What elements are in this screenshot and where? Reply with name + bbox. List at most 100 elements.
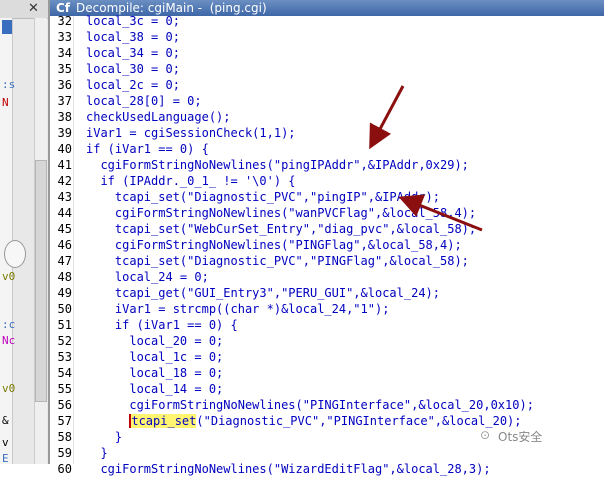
left-fragment: E (2, 452, 9, 464)
code-text[interactable]: cgiFormStringNoNewlines("WizardEditFlag"… (86, 461, 490, 477)
code-line[interactable]: 38 checkUsedLanguage(); (50, 109, 604, 125)
left-fragment: v (2, 436, 9, 449)
code-line[interactable]: 60 cgiFormStringNoNewlines("WizardEditFl… (50, 461, 604, 477)
left-fragment: & (2, 414, 9, 427)
code-text[interactable]: cgiFormStringNoNewlines("wanPVCFlag",&lo… (86, 205, 476, 221)
code-text[interactable]: if (iVar1 == 0) { (86, 141, 209, 157)
code-text[interactable]: } (86, 429, 122, 445)
watermark: Ots安全 (498, 430, 543, 444)
line-number: 54 (57, 366, 72, 380)
code-line[interactable]: 34 local_34 = 0; (50, 45, 604, 61)
code-line[interactable]: 46 cgiFormStringNoNewlines("PINGFlag",&l… (50, 237, 604, 253)
line-number: 39 (57, 126, 72, 140)
line-number: 38 (57, 110, 72, 124)
code-line[interactable]: 33 local_38 = 0; (50, 29, 604, 45)
line-number: 55 (57, 382, 72, 396)
code-text[interactable]: tcapi_set("Diagnostic_PVC","PINGFlag",&l… (86, 253, 469, 269)
code-line[interactable]: 49 tcapi_get("GUI_Entry3","PERU_GUI",&lo… (50, 285, 604, 301)
line-number: 35 (57, 62, 72, 76)
code-text[interactable]: local_14 = 0; (86, 381, 223, 397)
line-number: 46 (57, 238, 72, 252)
left-node-circle[interactable] (4, 240, 26, 268)
code-line[interactable]: 42 if (IPAddr._0_1_ != '\0') { (50, 173, 604, 189)
code-text[interactable]: local_24 = 0; (86, 269, 209, 285)
code-line[interactable]: 50 iVar1 = strcmp((char *)&local_24,"1")… (50, 301, 604, 317)
left-scrollbar-thumb[interactable] (35, 160, 47, 402)
code-line[interactable]: 54 local_18 = 0; (50, 365, 604, 381)
code-line[interactable]: 47 tcapi_set("Diagnostic_PVC","PINGFlag"… (50, 253, 604, 269)
code-text[interactable]: local_38 = 0; (86, 29, 180, 45)
close-icon[interactable]: ✕ (28, 1, 42, 16)
line-number: 59 (57, 446, 72, 460)
code-text[interactable]: local_18 = 0; (86, 365, 223, 381)
code-line[interactable]: 56 cgiFormStringNoNewlines("PINGInterfac… (50, 397, 604, 413)
line-number: 60 (57, 462, 72, 476)
code-line[interactable]: 55 local_14 = 0; (50, 381, 604, 397)
code-line[interactable]: 51 if (iVar1 == 0) { (50, 317, 604, 333)
code-text[interactable]: iVar1 = strcmp((char *)&local_24,"1"); (86, 301, 390, 317)
code-text[interactable]: local_28[0] = 0; (86, 93, 202, 109)
line-number: 36 (57, 78, 72, 92)
line-number: 45 (57, 222, 72, 236)
line-number: 40 (57, 142, 72, 156)
left-fragment: Nc (2, 334, 16, 347)
code-text[interactable]: local_3c = 0; (86, 13, 180, 29)
code-line[interactable]: 52 local_20 = 0; (50, 333, 604, 349)
code-line[interactable]: 44 cgiFormStringNoNewlines("wanPVCFlag",… (50, 205, 604, 221)
code-text[interactable]: local_30 = 0; (86, 61, 180, 77)
code-text[interactable]: local_1c = 0; (86, 349, 223, 365)
code-text[interactable]: iVar1 = cgiSessionCheck(1,1); (86, 125, 296, 141)
line-number: 52 (57, 334, 72, 348)
code-line[interactable]: 37 local_28[0] = 0; (50, 93, 604, 109)
line-number: 57 (57, 414, 72, 428)
code-line[interactable]: 35 local_30 = 0; (50, 61, 604, 77)
code-line[interactable]: 57 tcapi_set("Diagnostic_PVC","PINGInter… (50, 413, 604, 429)
code-text[interactable]: local_20 = 0; (86, 333, 223, 349)
code-line[interactable]: 41 cgiFormStringNoNewlines("pingIPAddr",… (50, 157, 604, 173)
code-text[interactable]: local_2c = 0; (86, 77, 180, 93)
code-text[interactable]: } (86, 445, 107, 461)
code-text[interactable]: cgiFormStringNoNewlines("PINGInterface",… (86, 397, 534, 413)
code-text[interactable]: if (iVar1 == 0) { (86, 317, 238, 333)
line-number: 32 (57, 14, 72, 28)
code-text[interactable]: cgiFormStringNoNewlines("pingIPAddr",&IP… (86, 157, 468, 173)
left-fragment: :c (2, 318, 16, 331)
decompiler-code-view[interactable]: 32 local_3c = 0; 33 local_38 = 0; 34 local_34… (50, 13, 604, 476)
line-number: 44 (57, 206, 72, 220)
cursor-token[interactable]: tcapi_set (129, 414, 197, 428)
line-number: 58 (57, 430, 72, 444)
code-text[interactable]: tcapi_get("GUI_Entry3","PERU_GUI",&local… (86, 285, 440, 301)
line-number: 42 (57, 174, 72, 188)
code-text[interactable]: cgiFormStringNoNewlines("PINGFlag",&loca… (86, 237, 462, 253)
left-fragment: v0 (2, 270, 16, 283)
line-number: 34 (57, 46, 72, 60)
code-text[interactable]: local_34 = 0; (86, 45, 180, 61)
code-text[interactable]: tcapi_set("Diagnostic_PVC","pingIP",&IPA… (86, 189, 440, 205)
code-text[interactable]: tcapi_set("WebCurSet_Entry","diag_pvc",&… (86, 221, 476, 237)
line-number: 53 (57, 350, 72, 364)
line-number: 37 (57, 94, 72, 108)
line-number: 51 (57, 318, 72, 332)
line-number: 49 (57, 286, 72, 300)
line-number: 43 (57, 190, 72, 204)
code-line[interactable]: 43 tcapi_set("Diagnostic_PVC","pingIP",&… (50, 189, 604, 205)
code-line[interactable]: 45 tcapi_set("WebCurSet_Entry","diag_pvc… (50, 221, 604, 237)
left-panel: ✕ :s N v0 :c Nc v0 & v E (0, 0, 48, 464)
code-line[interactable]: 36 local_2c = 0; (50, 77, 604, 93)
code-line[interactable]: 48 local_24 = 0; (50, 269, 604, 285)
line-number: 56 (57, 398, 72, 412)
code-line[interactable]: 53 local_1c = 0; (50, 349, 604, 365)
code-text[interactable]: if (IPAddr._0_1_ != '\0') { (86, 173, 295, 189)
line-number: 50 (57, 302, 72, 316)
left-fragment: :s (2, 78, 16, 91)
code-line[interactable]: 59 } (50, 445, 604, 461)
left-fragment: N (2, 96, 9, 109)
code-line[interactable]: 40 if (iVar1 == 0) { (50, 141, 604, 157)
code-text[interactable]: checkUsedLanguage(); (86, 109, 231, 125)
code-text[interactable]: tcapi_set("Diagnostic_PVC","PINGInterfac… (86, 413, 522, 429)
code-line[interactable]: 39 iVar1 = cgiSessionCheck(1,1); (50, 125, 604, 141)
code-line[interactable]: 32 local_3c = 0; (50, 13, 604, 29)
line-number: 33 (57, 30, 72, 44)
line-number: 47 (57, 254, 72, 268)
wechat-icon: ⊙ (480, 428, 491, 442)
